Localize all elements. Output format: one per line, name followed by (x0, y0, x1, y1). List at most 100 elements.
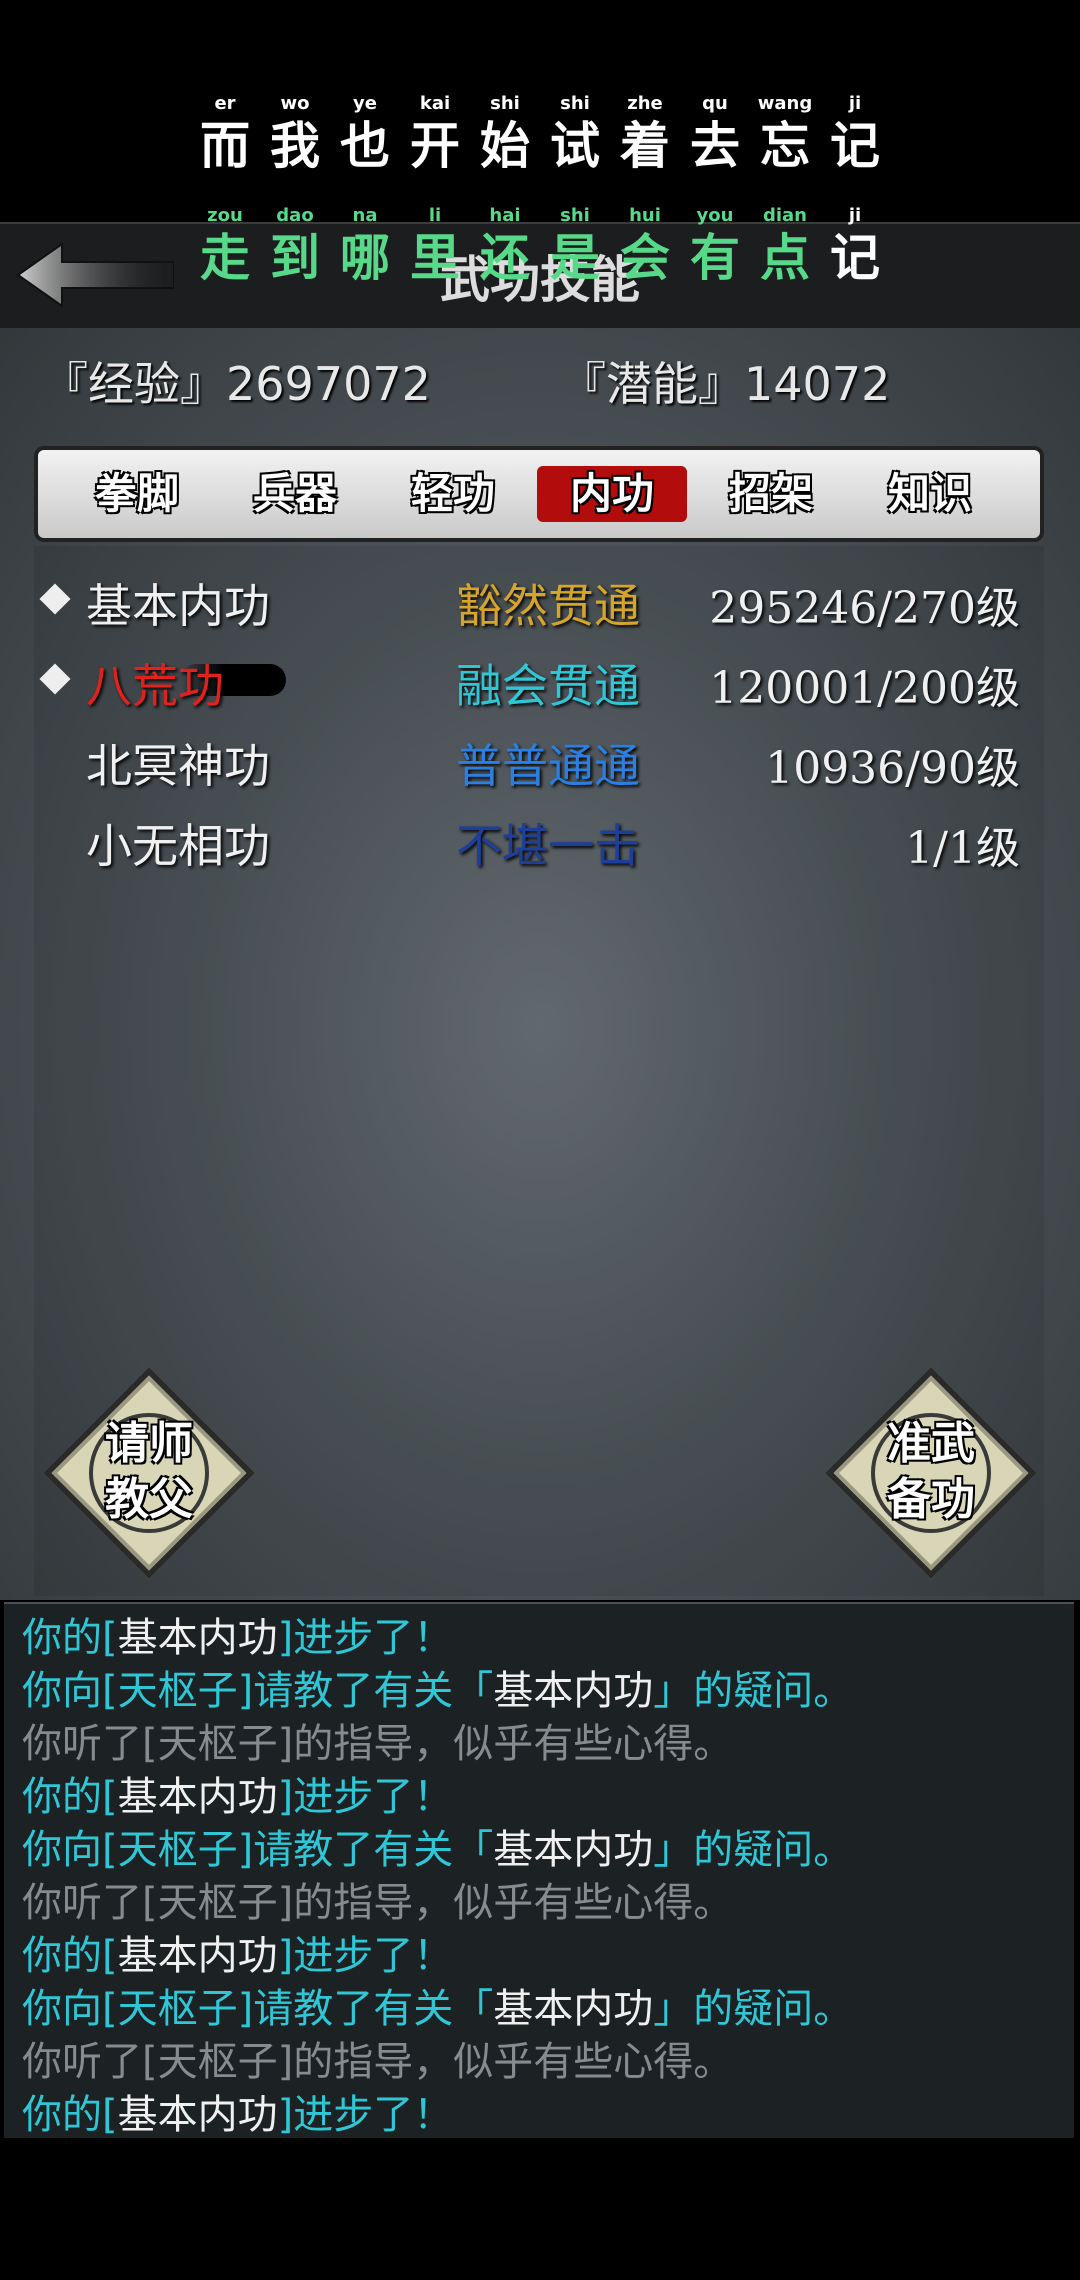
lyric-char: na 哪 (330, 206, 400, 286)
log-text: 基本内功 (117, 1774, 278, 1820)
log-line: 你听了[天枢子]的指导，似乎有些心得。 (22, 2036, 733, 2088)
lyric-pinyin: ji (848, 205, 862, 226)
lyric-pinyin: wang (757, 93, 813, 114)
log-text: 基本内功 (493, 1668, 654, 1714)
lyric-hanzi: 而 (200, 116, 250, 175)
lyrics-overlay: er 而 wo 我 ye 也 kai 开 shi 始 shi 试 zhe 着 qu 去 wang 忘 ji 记 (0, 0, 1080, 222)
lyric-hanzi: 是 (550, 228, 600, 287)
log-line: 你向[天枢子]请教了有关「基本内功」的疑问。 (22, 1983, 853, 2035)
skill-name: 小无相功 (86, 819, 270, 873)
log-text: 基本内功 (493, 1986, 654, 2032)
lyric-char: hui 会 (610, 206, 680, 286)
skill-level: 不堪一击 (456, 819, 640, 873)
lyric-char: kai 开 (400, 94, 470, 175)
tab-qinggong[interactable]: 轻功 (378, 466, 528, 522)
lyric-pinyin: dao (276, 205, 314, 226)
skill-name: 八荒功 (86, 659, 224, 713)
log-text: 」的疑问。 (653, 1827, 854, 1873)
lyric-hanzi: 点 (760, 228, 810, 287)
tab-quanjiao[interactable]: 拳脚 (62, 466, 212, 522)
skill-progress: 295246/270级 (709, 583, 1020, 634)
log-text: 」的疑问。 (653, 1668, 854, 1714)
log-text: 你的[ (22, 1615, 118, 1661)
lyric-pinyin: er (214, 93, 236, 114)
skill-level: 豁然贯通 (456, 579, 640, 633)
log-text: 你听了[天枢子]的指导，似乎有些心得。 (22, 1721, 734, 1767)
lyric-pinyin: you (696, 205, 734, 226)
lyric-pinyin: shi (560, 205, 590, 226)
lyric-pinyin: hui (629, 205, 661, 226)
lyric-char: shi 是 (540, 206, 610, 287)
selected-marker-icon (39, 583, 71, 615)
skill-row[interactable]: 小无相功 不堪一击 1/1级 (0, 806, 1080, 876)
skill-name: 基本内功 (86, 579, 270, 633)
log-text: ]进步了！ (277, 2092, 454, 2138)
lyric-char: ji 记 (820, 94, 890, 175)
lyric-char: wang 忘 (750, 94, 820, 174)
tab-bingqi[interactable]: 兵器 (220, 466, 370, 522)
lyric-char: dian 点 (750, 206, 820, 287)
lyric-pinyin: wo (280, 93, 310, 114)
log-text: 你的[ (22, 2092, 118, 2138)
skill-row[interactable]: 基本内功 豁然贯通 295246/270级 (0, 566, 1080, 636)
log-line: 你听了[天枢子]的指导，似乎有些心得。 (22, 1718, 733, 1770)
tab-zhaojia[interactable]: 招架 (696, 466, 846, 522)
skill-level: 融会贯通 (456, 659, 640, 713)
lyric-pinyin: qu (702, 93, 728, 114)
potential-stat: 『潜能』14072 (560, 348, 890, 414)
log-text: 基本内功 (117, 2092, 278, 2138)
exp-label: 『经验』 (42, 357, 226, 411)
lyric-pinyin: zou (207, 205, 243, 226)
log-text: 基本内功 (493, 1827, 654, 1873)
lyric-hanzi: 开 (410, 116, 460, 175)
exp-value: 2697072 (226, 357, 431, 411)
prepare-skill-button[interactable]: 准武 备功 (824, 1366, 1038, 1580)
log-line: 你的[基本内功]进步了！ (22, 1930, 453, 1982)
lyric-hanzi: 记 (830, 116, 880, 175)
lyric-line-2: zou 走 dao 到 na 哪 li 里 hai 还 shi 是 hui 会 you 有 dian 点 ji 记 (0, 206, 1080, 287)
log-text: 你向[天枢子]请教了有关「 (22, 1986, 494, 2032)
tab-zhishi[interactable]: 知识 (855, 466, 1005, 522)
lyric-hanzi: 走 (200, 228, 250, 287)
log-line: 你的[基本内功]进步了！ (22, 1612, 453, 1664)
exp-stat: 『经验』2697072 (42, 348, 431, 414)
lyric-char: zhe 着 (610, 94, 680, 174)
log-text: 你听了[天枢子]的指导，似乎有些心得。 (22, 1880, 734, 1926)
lyric-hanzi: 还 (480, 228, 530, 287)
ask-master-button[interactable]: 请师 教父 (42, 1366, 256, 1580)
log-text: ]进步了！ (277, 1615, 454, 1661)
log-text: 」的疑问。 (653, 1986, 854, 2032)
log-text: 你听了[天枢子]的指导，似乎有些心得。 (22, 2039, 734, 2085)
lyric-hanzi: 试 (550, 116, 600, 175)
lyric-pinyin: kai (419, 93, 451, 114)
log-text: 你的[ (22, 1933, 118, 1979)
log-text: 你向[天枢子]请教了有关「 (22, 1827, 494, 1873)
lyric-pinyin: na (352, 205, 378, 226)
log-text: ]进步了！ (277, 1774, 454, 1820)
lyric-char: shi 始 (470, 94, 540, 174)
lyric-pinyin: hai (489, 205, 521, 226)
prepare-skill-label: 准武 备功 (887, 1418, 975, 1525)
lyric-char: wo 我 (260, 94, 330, 174)
lyric-line-1: er 而 wo 我 ye 也 kai 开 shi 始 shi 试 zhe 着 qu 去 wang 忘 ji 记 (0, 94, 1080, 175)
log-line: 你向[天枢子]请教了有关「基本内功」的疑问。 (22, 1824, 853, 1876)
log-line: 你的[基本内功]进步了！ (22, 1771, 453, 1823)
lyric-hanzi: 记 (830, 228, 880, 287)
lyric-char: you 有 (680, 206, 750, 287)
skill-row[interactable]: 北冥神功 普普通通 10936/90级 (0, 726, 1080, 796)
log-line: 你听了[天枢子]的指导，似乎有些心得。 (22, 1877, 733, 1929)
potential-value: 14072 (744, 357, 891, 411)
skill-row[interactable]: 八荒功 融会贯通 120001/200级 (0, 646, 1080, 716)
lyric-hanzi: 有 (690, 228, 740, 287)
message-log[interactable]: 你的[基本内功]进步了！ 你向[天枢子]请教了有关「基本内功」的疑问。 你听了[天枢… (4, 1602, 1074, 2138)
lyric-pinyin: shi (560, 93, 590, 114)
lyric-hanzi: 去 (690, 116, 740, 175)
lyric-pinyin: shi (490, 93, 520, 114)
lyric-char: ji 记 (820, 206, 890, 287)
lyric-char: dao 到 (260, 206, 330, 286)
log-text: 基本内功 (117, 1615, 278, 1661)
skill-progress: 10936/90级 (765, 743, 1020, 794)
ask-master-label: 请师 教父 (105, 1418, 193, 1525)
tab-neigong[interactable]: 内功 (537, 466, 687, 522)
lyric-char: hai 还 (470, 206, 540, 287)
